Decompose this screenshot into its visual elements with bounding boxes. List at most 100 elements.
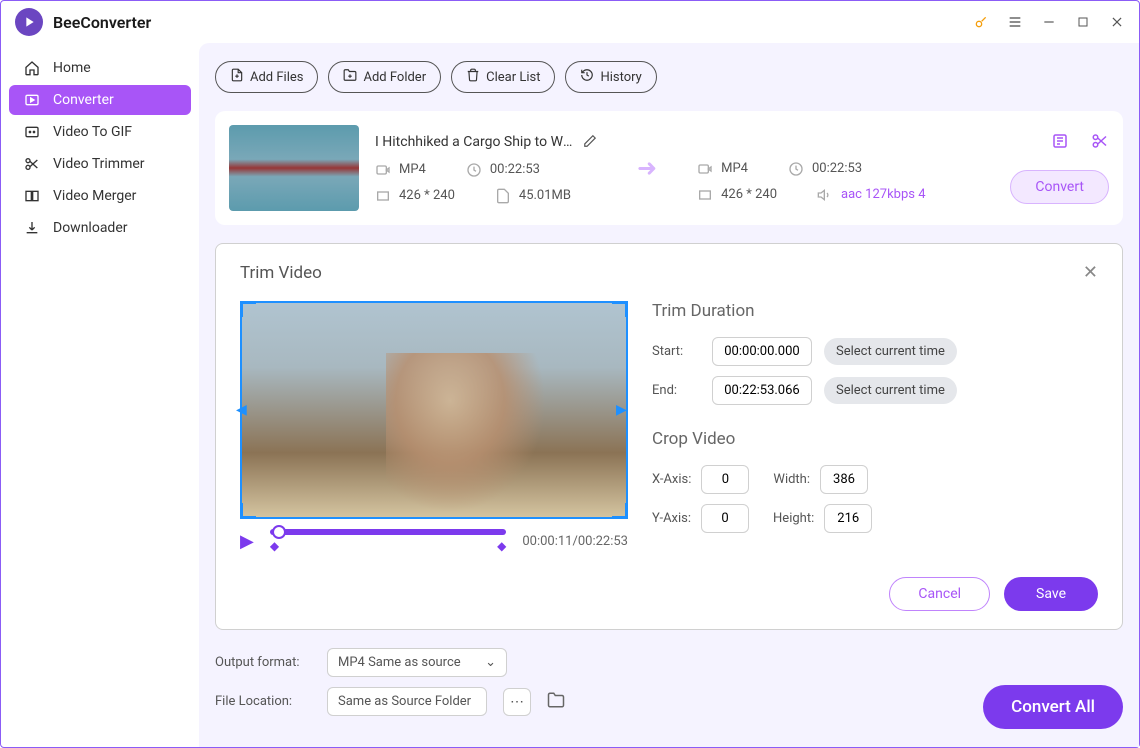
- preview-panel: ◀ ▶ ▶ ◆◆ 00:00:11/00:22:53: [240, 301, 628, 553]
- source-resolution: 426 * 240: [399, 188, 455, 203]
- video-icon: [375, 162, 391, 178]
- minimize-icon[interactable]: [1041, 14, 1057, 30]
- target-duration: 00:22:53: [812, 161, 862, 176]
- size-icon: [495, 188, 511, 204]
- video-thumbnail: [229, 125, 359, 211]
- trim-heading: Trim Duration: [652, 301, 1098, 321]
- timeline-slider[interactable]: ◆◆: [270, 529, 507, 553]
- play-icon[interactable]: ▶: [240, 531, 254, 552]
- target-resolution: 426 * 240: [721, 187, 777, 202]
- crop-heading: Crop Video: [652, 429, 1098, 449]
- select-start-time-button[interactable]: Select current time: [824, 338, 957, 365]
- source-format: MP4: [399, 162, 426, 177]
- cancel-button[interactable]: Cancel: [889, 577, 990, 611]
- arrow-icon: ➜: [637, 154, 657, 182]
- promo-icon[interactable]: [973, 14, 989, 30]
- app-title: BeeConverter: [53, 13, 151, 32]
- converter-icon: [23, 91, 41, 109]
- settings-icon[interactable]: [1051, 132, 1069, 154]
- close-icon[interactable]: [1109, 14, 1125, 30]
- clear-list-button[interactable]: Clear List: [451, 61, 555, 93]
- more-button[interactable]: ⋯: [503, 688, 531, 716]
- width-input[interactable]: [820, 465, 868, 494]
- resolution-icon: [375, 188, 391, 204]
- start-label: Start:: [652, 344, 700, 359]
- add-folder-button[interactable]: Add Folder: [328, 61, 441, 93]
- trim-modal: Trim Video ✕ ◀ ▶ ▶: [215, 243, 1123, 630]
- file-location-select[interactable]: Same as Source Folder: [327, 687, 487, 716]
- crop-handle-tl[interactable]: [240, 301, 256, 317]
- add-files-icon: [230, 68, 244, 86]
- trimmer-icon: [23, 155, 41, 173]
- end-marker[interactable]: ◆: [497, 539, 506, 553]
- sidebar-item-converter[interactable]: Converter: [9, 85, 191, 115]
- convert-button[interactable]: Convert: [1010, 170, 1109, 204]
- x-label: X-Axis:: [652, 472, 691, 487]
- save-button[interactable]: Save: [1004, 577, 1098, 611]
- x-input[interactable]: [701, 465, 749, 494]
- sidebar-item-label: Downloader: [53, 220, 128, 236]
- sidebar-item-label: Video To GIF: [53, 124, 132, 140]
- start-input[interactable]: [712, 337, 812, 366]
- menu-icon[interactable]: [1007, 14, 1023, 30]
- clock-icon: [466, 162, 482, 178]
- height-label: Height:: [773, 511, 814, 526]
- main: Home Converter Video To GIF Video Trimme…: [1, 43, 1139, 747]
- sidebar-item-label: Video Trimmer: [53, 156, 145, 172]
- width-label: Width:: [773, 472, 810, 487]
- file-card: I Hitchhiked a Cargo Ship to Wh... MP4 0…: [215, 111, 1123, 225]
- source-size: 45.01MB: [519, 188, 571, 203]
- add-files-button[interactable]: Add Files: [215, 61, 318, 93]
- download-icon: [23, 219, 41, 237]
- resolution-icon: [697, 187, 713, 203]
- start-marker[interactable]: ◆: [270, 539, 279, 553]
- sidebar-item-label: Converter: [53, 92, 114, 108]
- sidebar-item-downloader[interactable]: Downloader: [9, 213, 191, 243]
- sidebar-item-home[interactable]: Home: [9, 53, 191, 83]
- convert-all-button[interactable]: Convert All: [983, 685, 1123, 729]
- crop-handle-tr[interactable]: [612, 301, 628, 317]
- end-label: End:: [652, 383, 700, 398]
- crop-handle-ml[interactable]: ◀: [236, 402, 252, 418]
- output-format-label: Output format:: [215, 655, 311, 670]
- sidebar-item-trimmer[interactable]: Video Trimmer: [9, 149, 191, 179]
- gif-icon: [23, 123, 41, 141]
- height-input[interactable]: [824, 504, 872, 533]
- merger-icon: [23, 187, 41, 205]
- add-folder-icon: [343, 68, 357, 86]
- player-time: 00:00:11/00:22:53: [522, 534, 628, 549]
- folder-icon[interactable]: [547, 691, 565, 713]
- modal-close-icon[interactable]: ✕: [1083, 262, 1098, 283]
- output-format-select[interactable]: MP4 Same as source ⌄: [327, 648, 507, 677]
- source-duration: 00:22:53: [490, 162, 540, 177]
- trim-icon[interactable]: [1091, 132, 1109, 154]
- content: Add Files Add Folder Clear List History …: [199, 43, 1139, 747]
- crop-handle-br[interactable]: [612, 503, 628, 519]
- y-label: Y-Axis:: [652, 511, 691, 526]
- crop-handle-bl[interactable]: [240, 503, 256, 519]
- trash-icon: [466, 68, 480, 86]
- y-input[interactable]: [701, 504, 749, 533]
- history-icon: [580, 68, 594, 86]
- chevron-down-icon: ⌄: [485, 655, 496, 670]
- app-logo: [15, 8, 43, 36]
- output-format-row: Output format: MP4 Same as source ⌄: [215, 648, 1123, 677]
- target-audio[interactable]: aac 127kbps 4: [841, 187, 926, 202]
- sidebar: Home Converter Video To GIF Video Trimme…: [1, 43, 199, 747]
- sidebar-item-label: Home: [53, 60, 91, 76]
- sidebar-item-label: Video Merger: [53, 188, 136, 204]
- audio-icon: [817, 187, 833, 203]
- file-title: I Hitchhiked a Cargo Ship to Wh...: [375, 134, 575, 150]
- clock-icon: [788, 161, 804, 177]
- sidebar-item-merger[interactable]: Video Merger: [9, 181, 191, 211]
- select-end-time-button[interactable]: Select current time: [824, 377, 957, 404]
- edit-icon[interactable]: [583, 133, 597, 152]
- crop-handle-mr[interactable]: ▶: [616, 402, 632, 418]
- end-input[interactable]: [712, 376, 812, 405]
- video-preview[interactable]: ◀ ▶: [240, 301, 628, 519]
- target-format: MP4: [721, 161, 748, 176]
- history-button[interactable]: History: [565, 61, 656, 93]
- maximize-icon[interactable]: [1075, 14, 1091, 30]
- sidebar-item-video-to-gif[interactable]: Video To GIF: [9, 117, 191, 147]
- modal-title: Trim Video: [240, 263, 322, 283]
